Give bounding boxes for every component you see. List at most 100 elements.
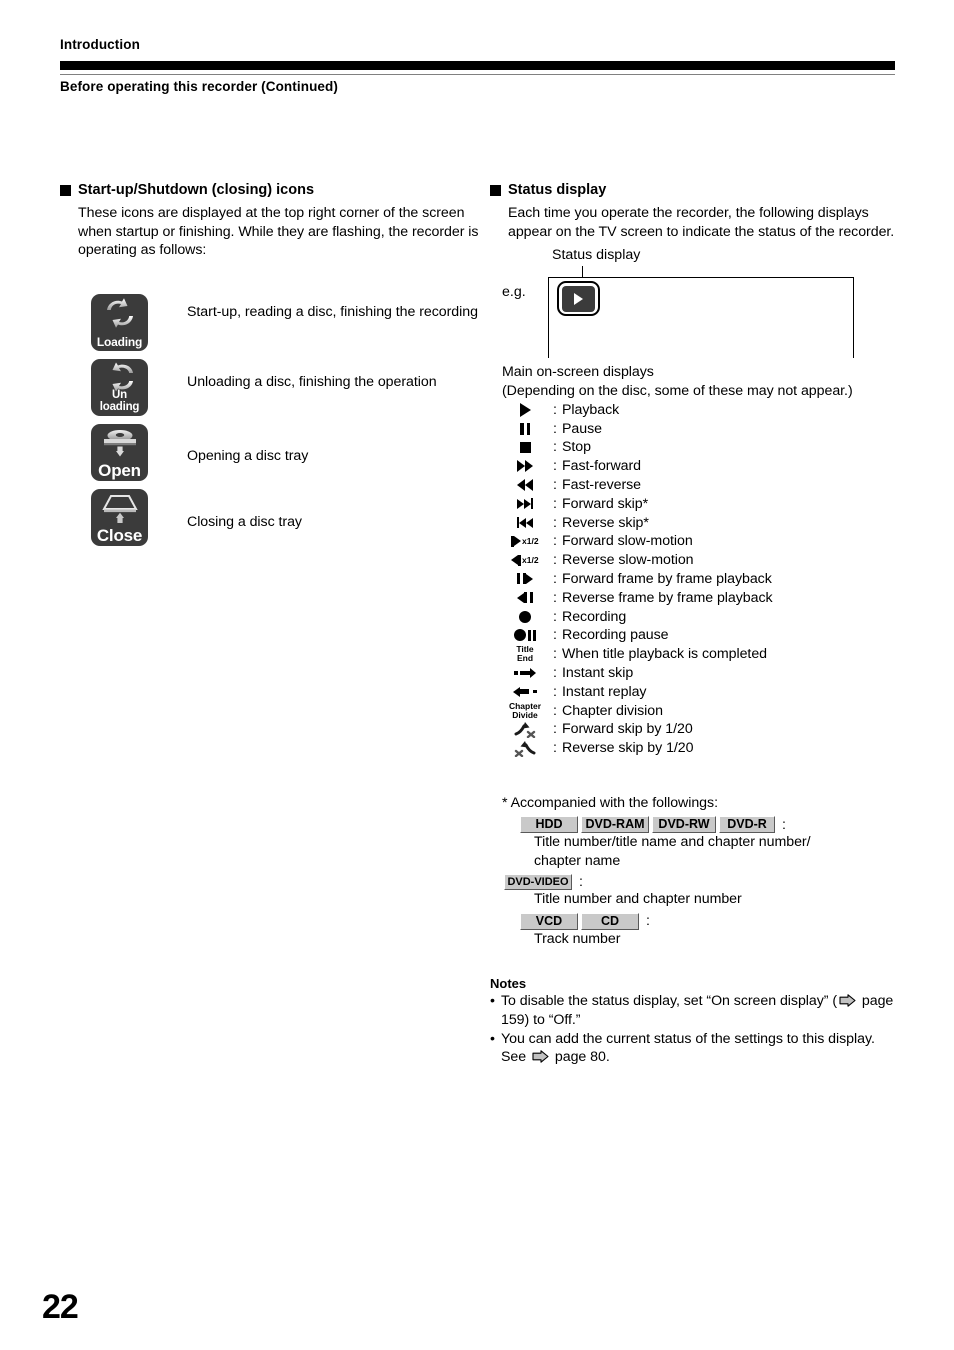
note-bullet: • (490, 1030, 495, 1047)
pause-icon (502, 419, 548, 438)
forward-slow-motion-icon: x1/2 (502, 532, 548, 551)
list-item: : Forward skip* (502, 494, 900, 513)
close-icon: Close (91, 488, 148, 546)
disc-badge-group-1: HDD DVD-RAM DVD-RW DVD-R : (520, 816, 900, 834)
footnote-block: * Accompanied with the followings: HDD D… (502, 794, 900, 949)
list-item: : Reverse frame by frame playback (502, 588, 900, 607)
disc-badge-hdd: HDD (520, 816, 578, 834)
symbol-label: Playback (562, 401, 620, 418)
symbol-colon: : (553, 552, 557, 569)
list-item: : Forward frame by frame playback (502, 570, 900, 589)
symbol-label: Pause (562, 420, 602, 437)
close-icon-description: Closing a disc tray (187, 513, 302, 530)
symbol-colon: : (553, 627, 557, 644)
symbol-colon: : (553, 683, 557, 700)
instant-skip-icon (502, 664, 548, 683)
breadcrumb-introduction: Introduction (60, 37, 140, 52)
list-item: Title End : When title playback is compl… (502, 645, 900, 664)
mosd-title: Main on-screen displays (502, 364, 654, 381)
play-triangle-icon (561, 285, 596, 312)
page-arrow-icon (839, 994, 856, 1008)
list-item: Chapter Divide : Chapter division (502, 701, 900, 720)
two-arrows-circular-unloading-icon (91, 362, 148, 392)
symbol-label: Instant skip (562, 664, 634, 681)
close-icon-caption: Close (96, 526, 143, 546)
footnote-group-1-line1: Title number/title name and chapter numb… (534, 834, 811, 851)
reverse-skip-20th-icon (502, 739, 548, 758)
forward-skip-20th-icon (502, 720, 548, 739)
list-item: : Forward skip by 1/20 (502, 720, 900, 739)
note-item: • To disable the status display, set “On… (490, 992, 900, 1029)
square-bullet-icon (60, 184, 71, 196)
instant-replay-icon (502, 682, 548, 701)
symbol-colon: : (553, 495, 557, 512)
badge-group-colon: : (782, 816, 786, 833)
open-icon-description: Opening a disc tray (187, 447, 309, 464)
list-item: x1/2 : Forward slow-motion (502, 532, 900, 551)
list-item: x1/2 : Reverse slow-motion (502, 551, 900, 570)
note-text-part1: To disable the status display, set “On s… (501, 993, 838, 1010)
open-icon-caption: Open (98, 461, 141, 481)
slow-motion-rate-label: x1/2 (522, 536, 539, 547)
symbol-label: Fast-reverse (562, 476, 642, 493)
list-item: : Instant skip (502, 664, 900, 683)
slow-motion-rate-label: x1/2 (522, 555, 539, 566)
fast-forward-icon (502, 457, 548, 476)
page-number: 22 (42, 1288, 79, 1326)
list-item: : Fast-reverse (502, 476, 900, 495)
square-bullet-icon (490, 184, 501, 196)
icon-row-close: Close Closing a disc tray (91, 488, 480, 546)
notes-heading: Notes (490, 976, 527, 992)
loading-icon-caption: Loading (96, 334, 143, 349)
left-section-heading: Start-up/Shutdown (closing) icons (60, 182, 480, 198)
record-icon (502, 607, 548, 626)
play-icon (502, 400, 548, 419)
disc-tray-up-arrow-icon (91, 492, 148, 526)
symbol-label: Recording (562, 608, 627, 625)
icon-row-unloading: Un loading Unloading a disc, finishing t… (91, 358, 480, 416)
right-section-title: Status display (508, 182, 607, 198)
chapter-divide-line2: Divide (512, 709, 538, 720)
header-black-rule (60, 61, 895, 70)
startup-shutdown-icon-list: Loading Start-up, reading a disc, finish… (91, 293, 480, 546)
note-item: • You can add the current status of the … (490, 1030, 900, 1067)
left-section-intro: These icons are displayed at the top rig… (78, 205, 479, 259)
symbol-label: Forward slow-motion (562, 533, 693, 550)
left-section-title: Start-up/Shutdown (closing) icons (78, 182, 315, 198)
two-arrows-circular-loading-icon (91, 297, 148, 329)
forward-skip-icon (502, 494, 548, 513)
symbol-colon: : (553, 401, 557, 418)
symbol-colon: : (553, 721, 557, 738)
symbol-label: Chapter division (562, 702, 663, 719)
unloading-icon: Un loading (91, 358, 148, 416)
unloading-icon-caption: Un loading (100, 389, 140, 415)
header-thin-rule (60, 74, 895, 75)
symbol-label: Fast-forward (562, 458, 642, 475)
symbol-colon: : (553, 740, 557, 757)
symbol-label: When title playback is completed (562, 646, 768, 663)
page-arrow-icon (532, 1050, 549, 1064)
symbol-colon: : (553, 533, 557, 550)
list-item: : Recording pause (502, 626, 900, 645)
disc-badge-group-3: VCD CD : (520, 912, 900, 930)
disc-badge-dvd-video: DVD-VIDEO (504, 874, 572, 891)
unloading-icon-description: Unloading a disc, finishing the operatio… (187, 373, 437, 390)
symbol-label: Forward skip* (562, 495, 649, 512)
disc-badge-dvd-ram: DVD-RAM (581, 816, 649, 834)
chapter-divide-icon: Chapter Divide (502, 701, 548, 720)
status-display-diagram: Status display e.g. (490, 247, 900, 363)
symbol-label: Reverse skip by 1/20 (562, 740, 694, 757)
page-title: Before operating this recorder (Continue… (60, 79, 338, 94)
symbol-label: Instant replay (562, 683, 647, 700)
title-end-icon: Title End (502, 645, 548, 664)
symbol-colon: : (553, 646, 557, 663)
list-item: : Recording (502, 607, 900, 626)
note-text-part2: page 80. (551, 1049, 610, 1066)
symbol-colon: : (553, 476, 557, 493)
note-body: You can add the current status of the se… (501, 1030, 900, 1067)
symbol-label: Reverse skip* (562, 514, 649, 531)
loading-icon-description: Start-up, reading a disc, finishing the … (187, 303, 478, 320)
loading-icon: Loading (91, 293, 148, 351)
title-end-line2: End (516, 653, 534, 664)
icon-row-loading: Loading Start-up, reading a disc, finish… (91, 293, 480, 351)
